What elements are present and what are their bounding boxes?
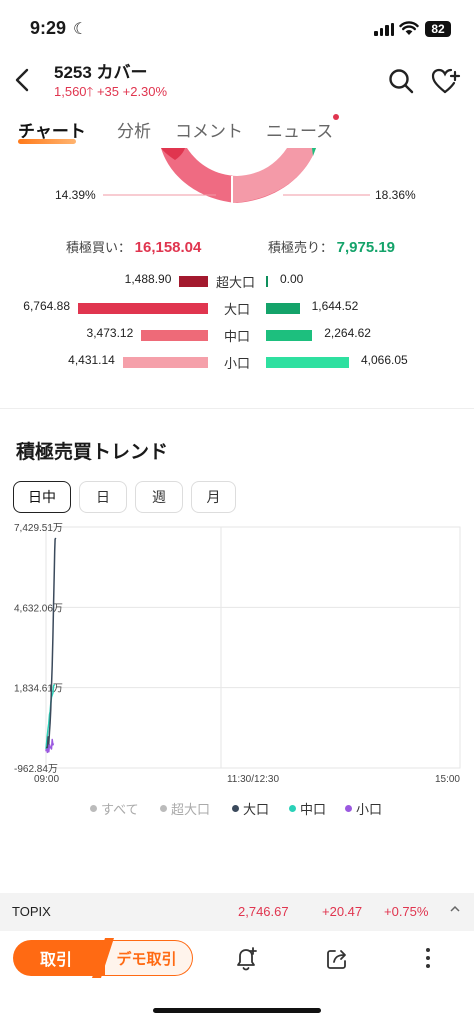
sell-bar	[266, 357, 349, 368]
buy-amount: 6,764.88	[23, 299, 70, 313]
status-time: 9:29	[30, 18, 67, 38]
index-name: TOPIX	[12, 904, 51, 919]
active-buy-label: 積極買い：	[66, 240, 132, 255]
stock-title: 5253 カバー	[54, 63, 148, 82]
tab-news[interactable]: ニュース	[266, 117, 333, 142]
index-value: 2,746.67	[238, 904, 289, 919]
trend-title: 積極売買トレンド	[16, 442, 169, 463]
order-flow-row: 1,488.90 超大口 0.00	[0, 272, 474, 292]
legend-label: 大口	[243, 802, 270, 817]
trend-line-chart: 7,429.51万4,632.06万1,834.61万-962.84万09:00…	[14, 523, 461, 785]
back-arrow-icon[interactable]	[12, 66, 36, 94]
legend-dot-icon	[232, 805, 239, 812]
plot-frame	[45, 526, 461, 769]
sell-bar	[266, 276, 268, 287]
sell-bar	[266, 330, 313, 341]
legend-dot-icon	[289, 805, 296, 812]
stock-quote: 1,560🡑 +35 +2.30%	[54, 83, 167, 105]
price-alert-bell-icon[interactable]	[234, 946, 258, 972]
tab-analysis[interactable]: 分析	[117, 117, 151, 142]
active-tab-indicator	[18, 139, 76, 144]
add-favorite-heart-icon[interactable]	[431, 67, 461, 95]
price-change: +35	[96, 84, 119, 99]
order-flow-row: 3,473.12 中口 2,264.62	[0, 326, 474, 346]
legend-item[interactable]: 小口	[345, 799, 382, 818]
buy-bar	[78, 303, 208, 314]
news-notification-dot	[333, 114, 339, 120]
active-sell-summary: 積極売り： 7,975.19	[268, 237, 395, 256]
legend-item[interactable]: 大口	[232, 799, 269, 818]
more-vertical-icon[interactable]	[424, 946, 432, 970]
donut-left-percent: 14.39%	[55, 188, 96, 202]
y-tick-label: 4,632.06万	[14, 603, 63, 614]
moon-icon: ☾	[73, 21, 88, 38]
legend-item[interactable]: 超大口	[160, 799, 210, 818]
y-tick-label: 1,834.61万	[14, 684, 63, 695]
sell-amount: 1,644.52	[311, 299, 359, 313]
period-week-button[interactable]: 週	[135, 481, 183, 513]
legend-dot-icon	[345, 805, 352, 812]
up-arrow-icon: 🡑	[86, 84, 94, 99]
legend-dot-icon	[90, 805, 97, 812]
buy-bar	[141, 330, 208, 341]
active-buy-summary: 積極買い： 16,158.04	[66, 237, 201, 256]
legend-item[interactable]: 中口	[289, 799, 326, 818]
home-indicator	[153, 1008, 321, 1013]
legend-item[interactable]: すべて	[90, 799, 139, 818]
index-change-pct: +0.75%	[384, 904, 429, 919]
x-tick-label: 11:30/12:30	[227, 774, 280, 785]
buy-amount: 4,431.14	[68, 353, 115, 367]
series-line-大口	[46, 537, 57, 749]
buy-bar	[122, 357, 208, 368]
search-icon[interactable]	[388, 68, 414, 94]
buy-bar	[179, 276, 208, 287]
cellular-signal-icon	[374, 23, 394, 36]
share-icon[interactable]	[325, 947, 349, 971]
donut-right-percent: 18.36%	[375, 188, 416, 202]
demo-trade-button[interactable]: デモ取引	[101, 940, 193, 976]
chevron-up-icon[interactable]	[449, 904, 461, 914]
order-size-label: 小口	[224, 356, 251, 371]
section-divider	[0, 408, 474, 409]
buy-amount: 3,473.12	[86, 326, 134, 340]
order-size-label: 大口	[224, 302, 251, 317]
x-tick-label: 15:00	[435, 774, 460, 785]
x-tick-label: 09:00	[34, 774, 59, 785]
order-size-label: 中口	[224, 329, 251, 344]
sell-amount: 0.00	[280, 272, 304, 286]
sell-amount: 4,066.05	[361, 353, 408, 367]
legend-label: 中口	[300, 802, 327, 817]
legend-label: 小口	[356, 802, 383, 817]
order-size-label: 超大口	[216, 275, 256, 290]
legend-label: すべて	[101, 802, 139, 817]
active-sell-label: 積極売り：	[268, 240, 334, 255]
price-change-pct: +2.30%	[122, 84, 168, 99]
price: 1,560	[54, 84, 87, 99]
active-buy-value: 16,158.04	[134, 239, 202, 256]
tab-comments[interactable]: コメント	[175, 117, 243, 142]
active-sell-value: 7,975.19	[336, 239, 396, 256]
period-month-button[interactable]: 月	[191, 481, 236, 513]
order-flow-row: 4,431.14 小口 4,066.05	[0, 353, 474, 373]
wifi-icon	[399, 21, 419, 35]
index-change: +20.47	[322, 904, 363, 919]
button-separator	[92, 938, 114, 978]
sell-amount: 2,264.62	[324, 326, 371, 340]
trade-label: 取引	[39, 952, 72, 969]
demo-trade-label: デモ取引	[116, 950, 177, 968]
legend-label: 超大口	[171, 802, 211, 817]
period-day-button[interactable]: 日	[79, 481, 127, 513]
y-tick-label: 7,429.51万	[14, 523, 63, 534]
buy-amount: 1,488.90	[124, 272, 172, 286]
battery-icon: 82	[425, 21, 451, 37]
period-intraday-button[interactable]: 日中	[13, 481, 71, 513]
legend-dot-icon	[160, 805, 167, 812]
sell-bar	[266, 303, 300, 314]
order-flow-row: 6,764.88 大口 1,644.52	[0, 299, 474, 319]
